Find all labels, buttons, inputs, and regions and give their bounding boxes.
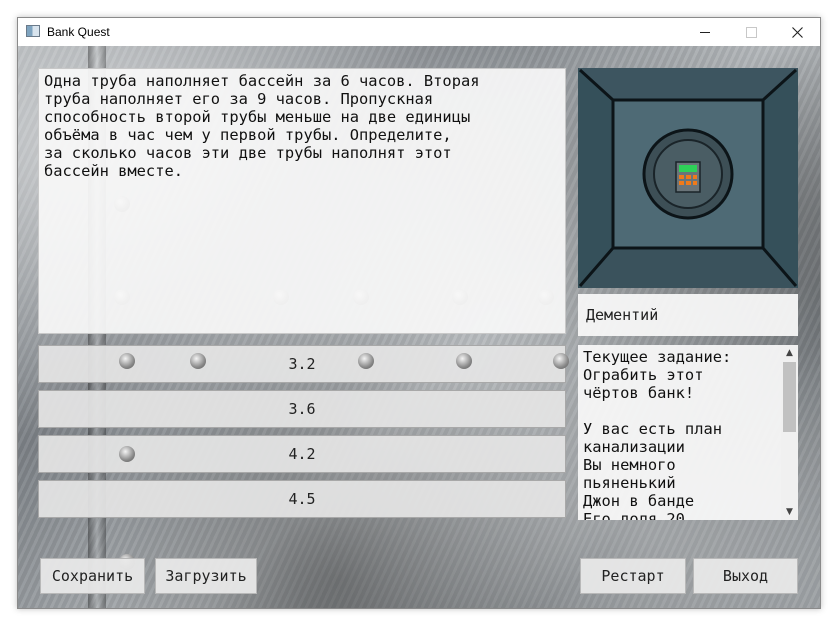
minimize-icon: [700, 31, 710, 33]
scene-view: [578, 68, 798, 288]
safe-keypad-device: [675, 161, 701, 193]
exit-button[interactable]: Выход: [693, 558, 798, 594]
close-button[interactable]: [774, 18, 820, 46]
scroll-up-icon[interactable]: ▲: [781, 345, 798, 361]
rivet: [119, 353, 135, 369]
window-title: Bank Quest: [47, 25, 110, 39]
app-icon: [26, 25, 40, 37]
answer-option-1[interactable]: 3.2: [38, 345, 566, 383]
close-icon: [791, 26, 803, 38]
answer-option-2[interactable]: 3.6: [38, 390, 566, 428]
rivet: [190, 353, 206, 369]
rivet: [119, 446, 135, 462]
load-button[interactable]: Загрузить: [155, 558, 257, 594]
minimize-button[interactable]: [682, 18, 728, 46]
question-text: Одна труба наполняет бассейн за 6 часов.…: [38, 68, 566, 334]
task-scrollbar[interactable]: ▲ ▼: [781, 345, 798, 520]
restart-button[interactable]: Рестарт: [580, 558, 686, 594]
npc-name-label: Дементий: [578, 294, 798, 336]
task-panel[interactable]: Текущее задание: Ограбить этот чёртов ба…: [578, 345, 798, 520]
scroll-down-icon[interactable]: ▼: [781, 504, 798, 520]
game-area: Одна труба наполняет бассейн за 6 часов.…: [18, 46, 820, 608]
rivet: [456, 353, 472, 369]
game-window: Bank Quest Одна труба наполняет бассейн …: [17, 17, 821, 609]
rivet: [358, 353, 374, 369]
scroll-thumb[interactable]: [783, 362, 796, 432]
maximize-button[interactable]: [728, 18, 774, 46]
save-button[interactable]: Сохранить: [40, 558, 145, 594]
rivet: [553, 353, 569, 369]
maximize-icon: [745, 26, 757, 38]
vault-room-image: [578, 68, 798, 288]
answer-option-4[interactable]: 4.5: [38, 480, 566, 518]
task-text: Текущее задание: Ограбить этот чёртов ба…: [583, 348, 732, 520]
answer-option-3[interactable]: 4.2: [38, 435, 566, 473]
title-bar: Bank Quest: [18, 18, 820, 46]
